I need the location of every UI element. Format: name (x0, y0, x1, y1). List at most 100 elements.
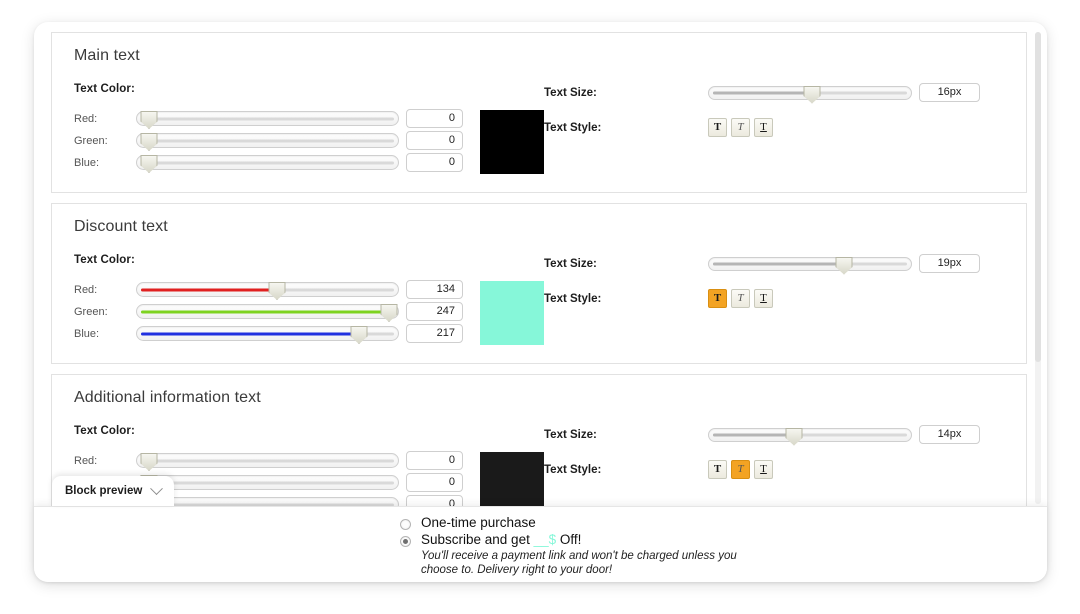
color-channel-row-red: Red: 0 (74, 450, 470, 471)
settings-scroll-area[interactable]: Main text Text Color: Red: 0 Green: 0 Bl… (51, 32, 1031, 510)
vertical-scrollbar[interactable] (1035, 32, 1041, 504)
slider-thumb[interactable] (381, 304, 396, 320)
text-size-row: Text Size: 16px (544, 83, 1026, 102)
panel-title: Main text (74, 47, 140, 64)
bold-style-button[interactable]: T (708, 118, 727, 137)
slider-fill (141, 288, 274, 291)
option-one-time-purchase[interactable]: One-time purchase (400, 515, 800, 530)
color-channel-row-red: Red: 134 (74, 279, 470, 300)
red-slider[interactable] (136, 111, 399, 126)
red-value-input[interactable]: 134 (406, 280, 463, 299)
text-color-label: Text Color: (74, 425, 135, 437)
chevron-down-icon (150, 481, 164, 495)
blue-slider[interactable] (136, 155, 399, 170)
color-channel-row-red: Red: 0 (74, 108, 470, 129)
text-style-label: Text Style: (544, 121, 602, 134)
slider-thumb[interactable] (141, 133, 156, 149)
green-slider[interactable] (136, 475, 399, 490)
panel-title: Additional information text (74, 389, 261, 406)
slider-thumb[interactable] (786, 428, 801, 444)
block-preview-panel: One-time purchase Subscribe and get __$ … (34, 506, 1047, 582)
channel-label: Blue: (74, 327, 100, 340)
italic-style-button[interactable]: T (731, 289, 750, 308)
text-style-label: Text Style: (544, 292, 602, 305)
slider-fill (141, 310, 386, 313)
italic-style-button[interactable]: T (731, 460, 750, 479)
color-channel-row-green: Green: 0 (74, 130, 470, 151)
text-size-slider[interactable] (708, 256, 912, 273)
color-channel-row-blue: Blue: 217 (74, 323, 470, 344)
text-color-label: Text Color: (74, 83, 135, 95)
underline-style-button[interactable]: T (754, 460, 773, 479)
subscribe-suffix: Off! (556, 532, 582, 547)
color-preview-swatch (480, 110, 544, 174)
slider-fill (713, 433, 793, 436)
text-style-label: Text Style: (544, 463, 602, 476)
underline-style-button[interactable]: T (754, 289, 773, 308)
slider-thumb[interactable] (269, 282, 284, 298)
slider-fill (141, 332, 356, 335)
blue-slider[interactable] (136, 326, 399, 341)
blue-value-input[interactable]: 0 (406, 153, 463, 172)
subscribe-note: You'll receive a payment link and won't … (421, 549, 751, 577)
panel-title: Discount text (74, 218, 168, 235)
text-size-value[interactable]: 14px (919, 425, 980, 444)
option-subscribe[interactable]: Subscribe and get __$ Off! (400, 532, 800, 547)
bold-style-button[interactable]: T (708, 289, 727, 308)
slider-thumb[interactable] (141, 111, 156, 127)
blue-value-input[interactable]: 217 (406, 324, 463, 343)
channel-label: Blue: (74, 156, 100, 169)
slider-thumb[interactable] (141, 155, 156, 171)
text-size-slider[interactable] (708, 427, 912, 444)
red-value-input[interactable]: 0 (406, 451, 463, 470)
text-size-slider[interactable] (708, 85, 912, 102)
radio-subscribe[interactable] (400, 536, 411, 547)
block-preview-tab[interactable]: Block preview (52, 476, 175, 506)
bold-style-button[interactable]: T (708, 460, 727, 479)
italic-style-button[interactable]: T (731, 118, 750, 137)
text-style-row: Text Style: T T T (544, 289, 1026, 308)
slider-fill (713, 262, 843, 265)
block-preview-label: Block preview (65, 485, 143, 497)
underline-style-button[interactable]: T (754, 118, 773, 137)
settings-card: Main text Text Color: Red: 0 Green: 0 Bl… (34, 22, 1047, 582)
slider-thumb[interactable] (351, 326, 366, 342)
text-size-value[interactable]: 19px (919, 254, 980, 273)
channel-label: Red: (74, 112, 98, 125)
radio-one-time-purchase[interactable] (400, 519, 411, 530)
red-slider[interactable] (136, 282, 399, 297)
slider-track (141, 139, 394, 142)
slider-thumb[interactable] (836, 257, 851, 273)
text-size-label: Text Size: (544, 86, 597, 99)
option-subscribe-label: Subscribe and get __$ Off! (421, 532, 581, 547)
channel-label: Red: (74, 283, 98, 296)
text-size-row: Text Size: 14px (544, 425, 1026, 444)
red-slider[interactable] (136, 453, 399, 468)
color-channel-row-green: Green: 247 (74, 301, 470, 322)
color-preview-swatch (480, 281, 544, 345)
green-value-input[interactable]: 0 (406, 473, 463, 492)
green-value-input[interactable]: 0 (406, 131, 463, 150)
slider-track (141, 161, 394, 164)
slider-thumb[interactable] (804, 86, 819, 102)
channel-label: Red: (74, 454, 98, 467)
slider-track (141, 117, 394, 120)
color-preview-swatch (480, 452, 544, 510)
red-value-input[interactable]: 0 (406, 109, 463, 128)
green-slider[interactable] (136, 133, 399, 148)
subscribe-prefix: Subscribe and get (421, 532, 534, 547)
green-slider[interactable] (136, 304, 399, 319)
slider-fill (713, 91, 811, 94)
text-size-label: Text Size: (544, 428, 597, 441)
color-channel-row-blue: Blue: 0 (74, 152, 470, 173)
text-color-label: Text Color: (74, 254, 135, 266)
scrollbar-thumb[interactable] (1035, 32, 1041, 362)
channel-label: Green: (74, 305, 108, 318)
slider-track (141, 459, 394, 462)
green-value-input[interactable]: 247 (406, 302, 463, 321)
panel-additional-information-text: Additional information text Text Color: … (51, 374, 1027, 510)
channel-label: Green: (74, 134, 108, 147)
slider-thumb[interactable] (141, 453, 156, 469)
text-size-value[interactable]: 16px (919, 83, 980, 102)
subscribe-note-line1: You'll receive a payment link and won't … (421, 550, 715, 562)
